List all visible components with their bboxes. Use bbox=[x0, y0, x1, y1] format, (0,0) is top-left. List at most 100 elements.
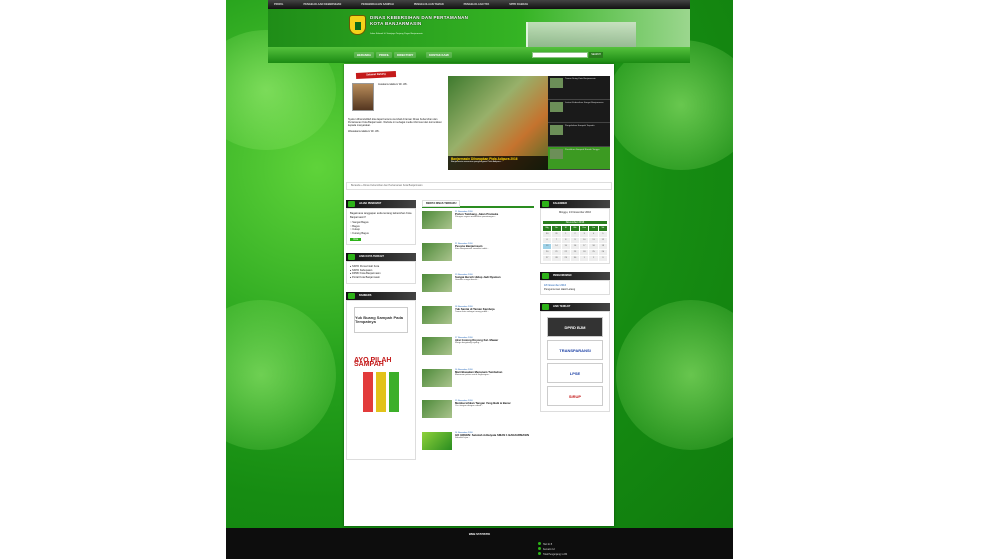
search-button[interactable]: SEARCH bbox=[589, 52, 603, 58]
news-item[interactable]: 16 November 2016 Mari Biasakan Menanam Tu… bbox=[422, 366, 534, 398]
calendar-weekday: Sb bbox=[598, 226, 607, 232]
topnav-sampah[interactable]: PENGENDALIAN SAMPAH bbox=[361, 3, 394, 6]
calendar-day[interactable]: 4 bbox=[589, 232, 598, 238]
calendar-day[interactable]: 20 bbox=[543, 250, 552, 256]
calendar-day[interactable]: 14 bbox=[552, 244, 561, 250]
calendar-day[interactable]: 30 bbox=[570, 256, 580, 262]
slider-thumb[interactable]: Pengelolaan Sampah Terpadu bbox=[548, 123, 610, 147]
banner-buang-sampah[interactable]: Yuk Buang Sampah Pada Tempatnya bbox=[354, 306, 408, 333]
calendar-day[interactable]: 11 bbox=[589, 238, 598, 244]
welcome-section: Selamat Datang Assalamu'alaikum Wr. Wb. … bbox=[346, 70, 446, 180]
news-item[interactable]: 18 November 2016 Yuk Santai di Taman Kamb… bbox=[422, 303, 534, 335]
slider-thumb[interactable]: Taman Siring Kota Banjarmasin bbox=[548, 76, 610, 100]
banner-sirup[interactable]: SiRUP bbox=[547, 386, 603, 407]
link-label: SKPD Pemerintah Kota bbox=[352, 265, 380, 269]
news-excerpt: Petugas segera melakukan pemotongan... bbox=[455, 216, 497, 219]
calendar-day[interactable]: 13 bbox=[543, 244, 552, 250]
search-input[interactable] bbox=[532, 52, 588, 58]
news-item[interactable]: 21 November 2016 Pesona Banjarmasin Kota B… bbox=[422, 240, 534, 272]
calendar-day[interactable]: 16 bbox=[570, 244, 580, 250]
calendar-day[interactable]: 3 bbox=[580, 232, 589, 238]
topnav-taman[interactable]: PENGELOLAAN TAMAN bbox=[414, 3, 444, 6]
news-item[interactable]: 17 November 2016 Aksi Gotong Royong Kel. … bbox=[422, 334, 534, 366]
calendar-day[interactable]: 24 bbox=[580, 250, 589, 256]
calendar-day[interactable]: 5 bbox=[598, 232, 607, 238]
calendar-day[interactable]: 1 bbox=[561, 232, 570, 238]
news-image[interactable] bbox=[422, 274, 452, 292]
news-image[interactable] bbox=[422, 305, 452, 324]
trash-bins-illustration bbox=[363, 372, 399, 413]
news-image[interactable] bbox=[422, 431, 452, 450]
thumb-label: Taman Siring Kota Banjarmasin bbox=[565, 78, 596, 80]
news-image[interactable] bbox=[422, 400, 452, 418]
thumb-label: Lestari Kebersihan Sungai Banjarmasin bbox=[565, 101, 604, 104]
stat-label: Hari Ini bbox=[543, 544, 551, 546]
calendar-day[interactable]: 3 bbox=[598, 256, 607, 262]
banner-pilah-sampah[interactable]: AYO PILAH SAMPAH bbox=[354, 336, 408, 436]
calendar-box: Minggu, 13 November 2016 November 2016 M… bbox=[540, 208, 610, 265]
city-logo[interactable] bbox=[349, 15, 366, 35]
banner-dprd[interactable]: DPRD BJM bbox=[547, 317, 603, 338]
top-nav: PROFIL PENGELOLAAN KEBERSIHAN PENGENDALI… bbox=[268, 0, 690, 9]
topnav-profil[interactable]: PROFIL bbox=[274, 3, 284, 6]
calendar-day[interactable]: 18 bbox=[589, 244, 598, 250]
slider-thumb-active[interactable]: Pemilahan Sampah Rumah Tangga bbox=[548, 146, 610, 170]
welcome-ribbon: Selamat Datang bbox=[355, 70, 397, 80]
calendar-day[interactable]: 12 bbox=[598, 238, 607, 244]
calendar-day[interactable]: 17 bbox=[580, 244, 589, 250]
thumb-image bbox=[550, 148, 563, 159]
calendar-day[interactable]: 30 bbox=[543, 232, 552, 238]
calendar-day[interactable]: 8 bbox=[561, 238, 570, 244]
banner-transparansi[interactable]: TRANSPARANSI bbox=[547, 340, 603, 361]
calendar-day[interactable]: 22 bbox=[561, 250, 570, 256]
calendar-day[interactable]: 9 bbox=[570, 238, 580, 244]
calendar-day[interactable]: 26 bbox=[598, 250, 607, 256]
poll-heading: JAJAK PENDAPAT bbox=[346, 200, 416, 208]
calendar-day[interactable]: 10 bbox=[580, 238, 589, 244]
left-sidebar: JAJAK PENDAPAT Bagaimana tanggapan anda … bbox=[346, 200, 416, 468]
nav-beranda[interactable]: BERANDA bbox=[354, 52, 374, 58]
calendar-day[interactable]: 7 bbox=[552, 238, 561, 244]
calendar-day[interactable]: 1 bbox=[580, 256, 589, 262]
calendar-day[interactable]: 6 bbox=[543, 238, 552, 244]
link-item[interactable]: ▸ Portal Kota Banjarmasin bbox=[350, 276, 412, 280]
news-item[interactable]: 19 November 2016 Sungai Bersih Hidup Jadi… bbox=[422, 271, 534, 303]
nav-directory[interactable]: DIRECTORY bbox=[394, 52, 417, 58]
calendar-day[interactable]: 29 bbox=[561, 256, 570, 262]
calendar-day[interactable]: 28 bbox=[552, 256, 561, 262]
topnav-kebersihan[interactable]: PENGELOLAAN KEBERSIHAN bbox=[304, 3, 342, 6]
footer-heading: WEB STATISTIK bbox=[468, 532, 491, 536]
calendar-day[interactable]: 2 bbox=[589, 256, 598, 262]
calendar-day[interactable]: 15 bbox=[561, 244, 570, 250]
news-image[interactable] bbox=[422, 368, 452, 387]
decor-cloud bbox=[226, 300, 336, 450]
calendar-day[interactable]: 19 bbox=[598, 244, 607, 250]
breadcrumb[interactable]: Beranda » Dinas Kebersihan dan Pertamana… bbox=[346, 182, 612, 190]
announce-text[interactable]: Pengumuman Hasil Lelang bbox=[544, 288, 606, 292]
calendar-day[interactable]: 25 bbox=[589, 250, 598, 256]
topnav-tpa[interactable]: PENGELOLAAN TPA bbox=[464, 3, 490, 6]
stat-value: 5 bbox=[550, 544, 553, 546]
poll-vote-button[interactable]: Vote bbox=[350, 237, 362, 242]
calendar-day[interactable]: 23 bbox=[570, 250, 580, 256]
news-item[interactable]: 15 November 2016 Membersihkan Tangan Yang… bbox=[422, 397, 534, 429]
calendar-day[interactable]: 27 bbox=[543, 256, 552, 262]
slider-thumb[interactable]: Lestari Kebersihan Sungai Banjarmasin bbox=[548, 100, 610, 123]
links-box: ▸ SKPD Pemerintah Kota ▸ SKPD Kabupaten … bbox=[346, 261, 416, 284]
calendar-day[interactable]: 21 bbox=[552, 250, 561, 256]
topnav-sppd[interactable]: SPPD DAERAH bbox=[509, 3, 528, 6]
news-image[interactable] bbox=[422, 337, 452, 355]
news-item[interactable]: 14 November 2016 GO GREEN: Sekolah Adiwiy… bbox=[422, 429, 534, 461]
calendar-month[interactable]: November 2016 bbox=[543, 220, 607, 225]
news-image[interactable] bbox=[422, 242, 452, 261]
news-item[interactable]: 21 November 2016 Pohon Tumbang, Jalan Pra… bbox=[422, 208, 534, 240]
banner-lpse[interactable]: LPSE bbox=[547, 363, 603, 384]
nav-profil[interactable]: PROFIL bbox=[376, 52, 393, 58]
calendar-day[interactable]: 2 bbox=[570, 232, 580, 238]
nav-kontak[interactable]: KONTAK KAMI bbox=[426, 52, 452, 58]
poll-option[interactable]: ○ Kurang Bagus bbox=[350, 232, 412, 236]
calendar-day[interactable]: 31 bbox=[552, 232, 561, 238]
news-image[interactable] bbox=[422, 211, 452, 229]
calendar-weekday: Mg bbox=[543, 226, 552, 232]
featured-slider[interactable]: Banjarmasin Diharapkan Piala Adipura 201… bbox=[448, 76, 548, 170]
